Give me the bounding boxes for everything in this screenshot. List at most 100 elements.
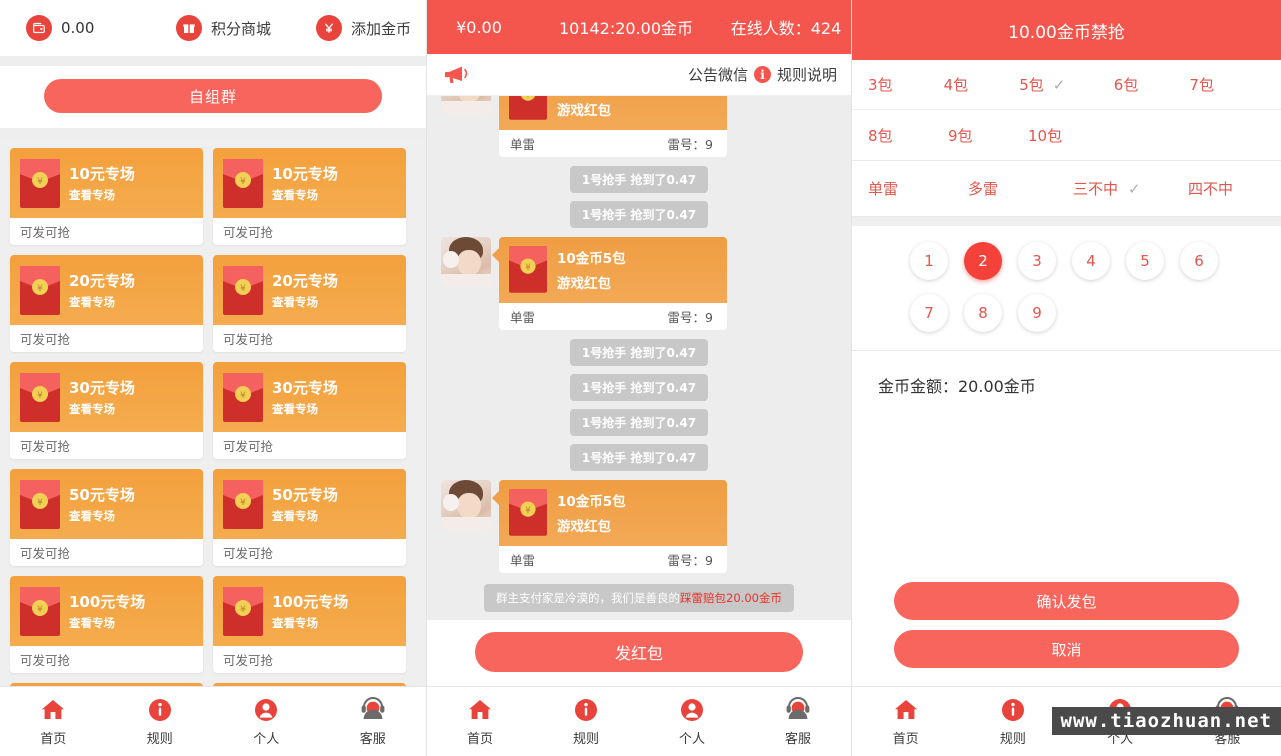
number-ball[interactable]: 7 [910, 294, 948, 332]
notice-bar: 公告微信 i 规则说明 [427, 54, 851, 96]
chat-system-message: 1号抢手 抢到了0.47 [427, 162, 851, 197]
venue-card[interactable]: ¥30元专场 查看专场 可发可抢 [10, 362, 203, 459]
person-icon [252, 696, 280, 724]
venue-card[interactable]: ¥10元专场 查看专场 可发可抢 [10, 148, 203, 245]
venue-card[interactable]: ¥100元专场 查看专场 可发可抢 [213, 576, 406, 673]
venue-card-scroll[interactable]: ¥10元专场 查看专场 可发可抢 ¥10元专场 查看专场 可发可抢 ¥20元专场 查看专场 可发… [0, 138, 426, 686]
nav-item-headset[interactable]: 客服 [745, 696, 851, 747]
svg-text:¥: ¥ [37, 391, 43, 401]
venue-card[interactable]: ¥50元专场 查看专场 可发可抢 [213, 469, 406, 566]
chat-envelope-message[interactable]: ¥10金币5包游戏红包单雷 雷号：9 [427, 475, 851, 578]
nav-item-label: 个人 [253, 732, 280, 747]
package-option[interactable]: 4包 [944, 74, 1020, 95]
self-group-button[interactable]: 自组群 [44, 79, 382, 113]
package-option[interactable]: 7包 [1189, 74, 1265, 95]
bubble-body[interactable]: ¥10金币5包游戏红包 [499, 480, 727, 546]
package-option[interactable]: 3包 [868, 74, 944, 95]
number-ball[interactable]: 8 [964, 294, 1002, 332]
number-ball[interactable]: 6 [1180, 242, 1218, 280]
cancel-button[interactable]: 取消 [894, 630, 1239, 668]
chat-envelope-message[interactable]: ¥10金币5包游戏红包单雷 雷号：9 [427, 232, 851, 335]
venue-card-banner[interactable]: ¥30元专场 查看专场 [213, 362, 406, 432]
system-message-text: 1号抢手 抢到了0.47 [569, 409, 709, 436]
venue-card[interactable]: ¥20元专场 查看专场 可发可抢 [10, 255, 203, 352]
number-ball[interactable]: 1 [910, 242, 948, 280]
number-ball[interactable]: 9 [1018, 294, 1056, 332]
headset-icon [784, 696, 812, 724]
nav-item-person[interactable]: 个人 [213, 696, 320, 747]
chat-system-message: 1号抢手 抢到了0.47 [427, 405, 851, 440]
venue-card-title: 100元专场 [272, 593, 349, 611]
rules-link[interactable]: 规则说明 [777, 64, 837, 85]
mode-option[interactable]: 四不中 [1188, 178, 1265, 199]
number-ball[interactable]: 5 [1126, 242, 1164, 280]
nav-item-info[interactable]: 规则 [107, 696, 214, 747]
number-ball[interactable]: 2 [964, 242, 1002, 280]
mode-option[interactable]: 三不中 ✓ [1073, 178, 1188, 199]
bubble-body[interactable]: ¥10金币5包游戏红包 [499, 96, 727, 130]
info-icon [146, 696, 174, 724]
envelope-bubble[interactable]: ¥10金币5包游戏红包单雷 雷号：9 [492, 480, 727, 573]
confirm-send-button[interactable]: 确认发包 [894, 582, 1239, 620]
send-red-envelope-button[interactable]: 发红包 [475, 632, 803, 672]
points-mall-item[interactable]: 积分商城 [176, 15, 316, 41]
venue-card[interactable]: ¥50元专场 查看专场 可发可抢 [10, 469, 203, 566]
red-envelope-icon: ¥ [509, 246, 547, 293]
nav-item-headset[interactable]: 客服 [320, 696, 427, 747]
package-row-2: 8包 9包 10包 [852, 110, 1281, 160]
notice-links: 公告微信 i 规则说明 [688, 64, 837, 85]
nav-item-home[interactable]: 首页 [852, 696, 959, 747]
package-option-label: 9包 [948, 126, 973, 145]
check-icon: ✓ [1128, 179, 1141, 198]
nav-item-person[interactable]: 个人 [639, 696, 745, 747]
package-option[interactable]: 5包 ✓ [1019, 74, 1114, 95]
venue-card-banner[interactable]: ¥50元专场 查看专场 [10, 469, 203, 539]
nav-item-info[interactable]: 规则 [533, 696, 639, 747]
package-option[interactable]: 10包 [1028, 125, 1128, 146]
venue-card-banner[interactable]: ¥20元专场 查看专场 [213, 255, 406, 325]
nav-item-info[interactable]: 规则 [959, 696, 1066, 747]
number-ball[interactable]: 4 [1072, 242, 1110, 280]
venue-card-banner[interactable]: ¥20元专场 查看专场 [10, 255, 203, 325]
venue-card[interactable]: ¥20元专场 查看专场 可发可抢 [213, 255, 406, 352]
chat-envelope-message[interactable]: ¥10金币5包游戏红包单雷 雷号：9 [427, 96, 851, 162]
number-select-section: 123456 789 [852, 226, 1281, 351]
venue-card-subtitle: 查看专场 [272, 616, 318, 630]
package-option[interactable]: 9包 [948, 125, 1028, 146]
venue-card-banner[interactable]: ¥10元专场 查看专场 [213, 148, 406, 218]
add-coins-item[interactable]: 添加金币 [316, 15, 412, 41]
package-option[interactable]: 8包 [868, 125, 948, 146]
envelope-bubble[interactable]: ¥10金币5包游戏红包单雷 雷号：9 [492, 237, 727, 330]
venue-card-subtitle: 查看专场 [69, 616, 115, 630]
venue-card-banner[interactable]: ¥10元专场 查看专场 [10, 148, 203, 218]
package-option-label: 3包 [868, 76, 893, 94]
info-icon[interactable]: i [753, 66, 771, 83]
venue-card-banner[interactable]: ¥30元专场 查看专场 [10, 362, 203, 432]
mode-option[interactable]: 多雷 [968, 178, 1073, 199]
package-option[interactable]: 6包 [1114, 74, 1190, 95]
venue-card-status: 可发可抢 [213, 432, 406, 459]
bubble-body[interactable]: ¥10金币5包游戏红包 [499, 237, 727, 303]
venue-card[interactable]: ¥10元专场 查看专场 可发可抢 [213, 148, 406, 245]
venue-card[interactable]: ¥30元专场 查看专场 可发可抢 [213, 362, 406, 459]
venue-card-subtitle: 查看专场 [272, 188, 318, 202]
announce-wechat-link[interactable]: 公告微信 [688, 64, 748, 85]
mode-option[interactable]: 单雷 [868, 178, 968, 199]
number-ball[interactable]: 3 [1018, 242, 1056, 280]
venue-card-subtitle: 查看专场 [272, 402, 318, 416]
nav-item-home[interactable]: 首页 [0, 696, 107, 747]
venue-card-text: 20元专场 查看专场 [272, 270, 338, 310]
yuan-coin-icon [316, 15, 342, 41]
envelope-bubble[interactable]: ¥10金币5包游戏红包单雷 雷号：9 [499, 96, 727, 157]
venue-card[interactable]: ¥100元专场 查看专场 可发可抢 [10, 576, 203, 673]
venue-card-banner[interactable]: ¥100元专场 查看专场 [213, 576, 406, 646]
nav-item-home[interactable]: 首页 [427, 696, 533, 747]
bubble-tail [492, 247, 500, 263]
wallet-balance-item[interactable]: 0.00 [26, 15, 176, 41]
mine-mode-label: 单雷 [510, 310, 536, 325]
venue-card-status: 可发可抢 [213, 218, 406, 245]
venue-card-banner[interactable]: ¥100元专场 查看专场 [10, 576, 203, 646]
mine-number-label: 雷号：9 [667, 553, 713, 568]
venue-card-banner[interactable]: ¥50元专场 查看专场 [213, 469, 406, 539]
chat-message-list[interactable]: ¥10金币5包游戏红包单雷雷号：91号抢手 抢到了0.471号抢手 抢到了0.4… [427, 96, 851, 620]
